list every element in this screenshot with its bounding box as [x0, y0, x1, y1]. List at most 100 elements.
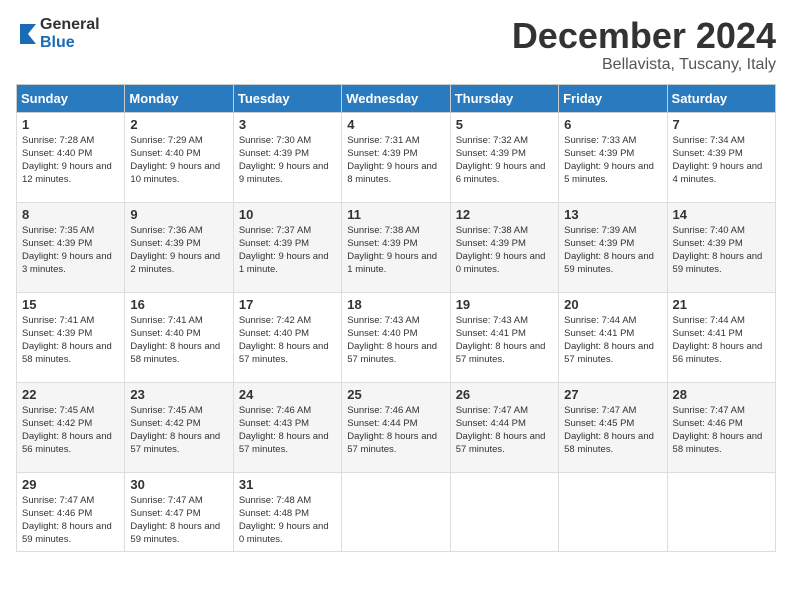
day-number: 3 — [239, 117, 336, 132]
logo-graphic: General Blue — [16, 16, 100, 51]
day-info: Sunrise: 7:38 AMSunset: 4:39 PMDaylight:… — [456, 224, 553, 277]
day-number: 13 — [564, 207, 661, 222]
day-number: 17 — [239, 297, 336, 312]
day-number: 16 — [130, 297, 227, 312]
calendar-row: 15 Sunrise: 7:41 AMSunset: 4:39 PMDayligh… — [17, 292, 776, 382]
day-cell-19: 19 Sunrise: 7:43 AMSunset: 4:41 PMDayligh… — [450, 292, 558, 382]
day-number: 30 — [130, 477, 227, 492]
day-cell-25: 25Sunrise: 7:46 AMSunset: 4:44 PMDayligh… — [342, 382, 450, 472]
header-monday: Monday — [125, 84, 233, 112]
day-info: Sunrise: 7:46 AMSunset: 4:43 PMDaylight:… — [239, 404, 336, 457]
empty-cell — [559, 472, 667, 551]
page-header: General Blue December 2024 Bellavista, T… — [16, 16, 776, 74]
logo-blue: Blue — [40, 34, 100, 52]
day-number: 9 — [130, 207, 227, 222]
day-number: 25 — [347, 387, 444, 402]
day-cell-23: 23 Sunrise: 7:45 AMSunset: 4:42 PMDayligh… — [125, 382, 233, 472]
day-info: Sunrise: 7:41 AMSunset: 4:39 PMDaylight:… — [22, 314, 119, 367]
day-info: Sunrise: 7:44 AMSunset: 4:41 PMDaylight:… — [673, 314, 770, 367]
day-cell-5: 5 Sunrise: 7:32 AMSunset: 4:39 PMDaylight… — [450, 112, 558, 202]
day-number: 10 — [239, 207, 336, 222]
day-info: Sunrise: 7:43 AMSunset: 4:41 PMDaylight:… — [456, 314, 553, 367]
day-info: Sunrise: 7:43 AMSunset: 4:40 PMDaylight:… — [347, 314, 444, 367]
day-cell-1: 1 Sunrise: 7:28 AMSunset: 4:40 PMDaylight… — [17, 112, 125, 202]
day-cell-7: 7 Sunrise: 7:34 AMSunset: 4:39 PMDaylight… — [667, 112, 775, 202]
calendar-row: 1 Sunrise: 7:28 AMSunset: 4:40 PMDaylight… — [17, 112, 776, 202]
empty-cell — [342, 472, 450, 551]
day-info: Sunrise: 7:29 AMSunset: 4:40 PMDaylight:… — [130, 134, 227, 187]
day-cell-16: 16 Sunrise: 7:41 AMSunset: 4:40 PMDayligh… — [125, 292, 233, 382]
day-cell-6: 6 Sunrise: 7:33 AMSunset: 4:39 PMDaylight… — [559, 112, 667, 202]
logo: General Blue — [16, 16, 100, 51]
day-cell-28: 28 Sunrise: 7:47 AMSunset: 4:46 PMDayligh… — [667, 382, 775, 472]
day-cell-21: 21Sunrise: 7:44 AMSunset: 4:41 PMDayligh… — [667, 292, 775, 382]
logo-general: General — [40, 16, 100, 34]
day-cell-18: 18 Sunrise: 7:43 AMSunset: 4:40 PMDayligh… — [342, 292, 450, 382]
day-cell-2: 2 Sunrise: 7:29 AMSunset: 4:40 PMDaylight… — [125, 112, 233, 202]
calendar-row: 29 Sunrise: 7:47 AMSunset: 4:46 PMDayligh… — [17, 472, 776, 551]
day-info: Sunrise: 7:47 AMSunset: 4:46 PMDaylight:… — [673, 404, 770, 457]
header-wednesday: Wednesday — [342, 84, 450, 112]
header-friday: Friday — [559, 84, 667, 112]
day-number: 29 — [22, 477, 119, 492]
day-info: Sunrise: 7:28 AMSunset: 4:40 PMDaylight:… — [22, 134, 119, 187]
day-cell-24: 24Sunrise: 7:46 AMSunset: 4:43 PMDayligh… — [233, 382, 341, 472]
calendar-table: Sunday Monday Tuesday Wednesday Thursday… — [16, 84, 776, 552]
day-cell-14: 14Sunrise: 7:40 AMSunset: 4:39 PMDayligh… — [667, 202, 775, 292]
day-info: Sunrise: 7:35 AMSunset: 4:39 PMDaylight:… — [22, 224, 119, 277]
day-number: 31 — [239, 477, 336, 492]
day-number: 8 — [22, 207, 119, 222]
day-number: 28 — [673, 387, 770, 402]
day-number: 7 — [673, 117, 770, 132]
day-cell-17: 17 Sunrise: 7:42 AMSunset: 4:40 PMDayligh… — [233, 292, 341, 382]
day-number: 14 — [673, 207, 770, 222]
day-number: 19 — [456, 297, 553, 312]
header-tuesday: Tuesday — [233, 84, 341, 112]
day-number: 6 — [564, 117, 661, 132]
day-info: Sunrise: 7:30 AMSunset: 4:39 PMDaylight:… — [239, 134, 336, 187]
day-info: Sunrise: 7:33 AMSunset: 4:39 PMDaylight:… — [564, 134, 661, 187]
day-number: 20 — [564, 297, 661, 312]
calendar-row: 8 Sunrise: 7:35 AMSunset: 4:39 PMDaylight… — [17, 202, 776, 292]
day-info: Sunrise: 7:32 AMSunset: 4:39 PMDaylight:… — [456, 134, 553, 187]
day-number: 12 — [456, 207, 553, 222]
day-info: Sunrise: 7:47 AMSunset: 4:44 PMDaylight:… — [456, 404, 553, 457]
day-number: 26 — [456, 387, 553, 402]
day-info: Sunrise: 7:39 AMSunset: 4:39 PMDaylight:… — [564, 224, 661, 277]
day-cell-31: 31 Sunrise: 7:48 AMSunset: 4:48 PMDayligh… — [233, 472, 341, 551]
day-info: Sunrise: 7:36 AMSunset: 4:39 PMDaylight:… — [130, 224, 227, 277]
location-title: Bellavista, Tuscany, Italy — [512, 56, 776, 74]
day-number: 23 — [130, 387, 227, 402]
month-title: December 2024 — [512, 16, 776, 56]
day-number: 2 — [130, 117, 227, 132]
day-number: 27 — [564, 387, 661, 402]
day-info: Sunrise: 7:45 AMSunset: 4:42 PMDaylight:… — [130, 404, 227, 457]
day-number: 18 — [347, 297, 444, 312]
day-cell-8: 8 Sunrise: 7:35 AMSunset: 4:39 PMDaylight… — [17, 202, 125, 292]
day-info: Sunrise: 7:41 AMSunset: 4:40 PMDaylight:… — [130, 314, 227, 367]
header-sunday: Sunday — [17, 84, 125, 112]
day-cell-3: 3 Sunrise: 7:30 AMSunset: 4:39 PMDaylight… — [233, 112, 341, 202]
day-cell-4: 4 Sunrise: 7:31 AMSunset: 4:39 PMDaylight… — [342, 112, 450, 202]
day-info: Sunrise: 7:47 AMSunset: 4:47 PMDaylight:… — [130, 494, 227, 547]
day-info: Sunrise: 7:42 AMSunset: 4:40 PMDaylight:… — [239, 314, 336, 367]
day-info: Sunrise: 7:45 AMSunset: 4:42 PMDaylight:… — [22, 404, 119, 457]
day-cell-30: 30 Sunrise: 7:47 AMSunset: 4:47 PMDayligh… — [125, 472, 233, 551]
day-cell-9: 9 Sunrise: 7:36 AMSunset: 4:39 PMDaylight… — [125, 202, 233, 292]
day-number: 1 — [22, 117, 119, 132]
day-info: Sunrise: 7:47 AMSunset: 4:45 PMDaylight:… — [564, 404, 661, 457]
day-info: Sunrise: 7:44 AMSunset: 4:41 PMDaylight:… — [564, 314, 661, 367]
day-cell-11: 11Sunrise: 7:38 AMSunset: 4:39 PMDayligh… — [342, 202, 450, 292]
day-cell-29: 29 Sunrise: 7:47 AMSunset: 4:46 PMDayligh… — [17, 472, 125, 551]
day-info: Sunrise: 7:34 AMSunset: 4:39 PMDaylight:… — [673, 134, 770, 187]
day-info: Sunrise: 7:48 AMSunset: 4:48 PMDaylight:… — [239, 494, 336, 547]
day-cell-26: 26 Sunrise: 7:47 AMSunset: 4:44 PMDayligh… — [450, 382, 558, 472]
day-cell-10: 10Sunrise: 7:37 AMSunset: 4:39 PMDayligh… — [233, 202, 341, 292]
title-area: December 2024 Bellavista, Tuscany, Italy — [512, 16, 776, 74]
day-number: 4 — [347, 117, 444, 132]
day-info: Sunrise: 7:31 AMSunset: 4:39 PMDaylight:… — [347, 134, 444, 187]
day-info: Sunrise: 7:47 AMSunset: 4:46 PMDaylight:… — [22, 494, 119, 547]
empty-cell — [667, 472, 775, 551]
day-number: 5 — [456, 117, 553, 132]
day-number: 15 — [22, 297, 119, 312]
